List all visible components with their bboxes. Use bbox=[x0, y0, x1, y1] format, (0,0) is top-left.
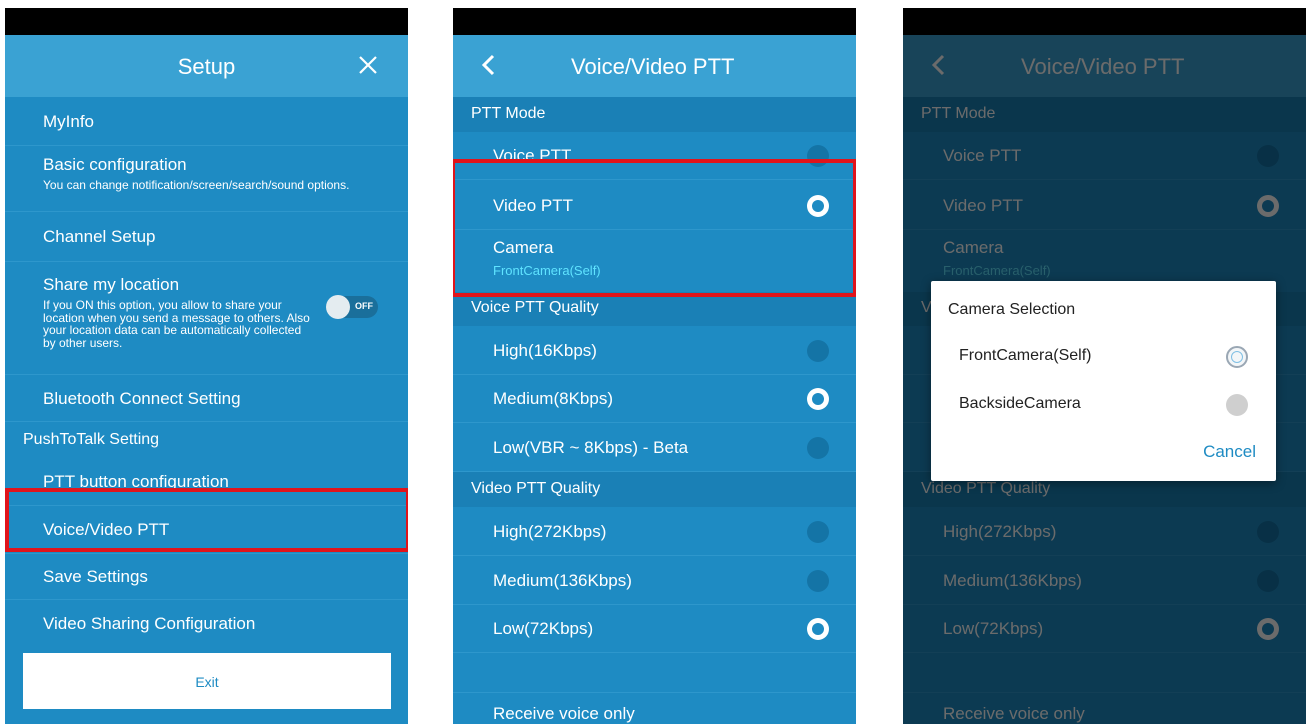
section-label: Voice PTT Quality bbox=[471, 299, 599, 316]
section-label: PushToTalk Setting bbox=[23, 431, 160, 448]
option-voice-medium[interactable]: Medium(8Kbps) bbox=[453, 375, 856, 423]
menu-item-label: PTT button configuration bbox=[43, 472, 229, 491]
menu-item-label: Basic configuration bbox=[43, 155, 187, 174]
menu-item-label: Video Sharing Configuration bbox=[43, 614, 256, 633]
menu-item-basic-configuration[interactable]: Basic configuration You can change notif… bbox=[5, 146, 408, 212]
camera-selection-dialog: Camera Selection FrontCamera(Self) Backs… bbox=[931, 281, 1276, 481]
section-header-pushtotalk: PushToTalk Setting bbox=[5, 422, 408, 458]
spacer-row bbox=[453, 653, 856, 693]
option-receive-voice-only[interactable]: Receive voice only bbox=[453, 693, 856, 724]
radio-button[interactable] bbox=[807, 570, 829, 592]
dialog-option-front-camera[interactable]: FrontCamera(Self) bbox=[931, 333, 1276, 381]
exit-button[interactable]: Exit bbox=[23, 653, 391, 709]
radio-button[interactable] bbox=[1226, 394, 1248, 416]
option-video-ptt[interactable]: Video PTT bbox=[453, 180, 856, 230]
option-label: Medium(136Kbps) bbox=[493, 571, 632, 590]
menu-item-bluetooth[interactable]: Bluetooth Connect Setting bbox=[5, 375, 408, 422]
radio-button[interactable] bbox=[807, 195, 829, 217]
dialog-option-backside-camera[interactable]: BacksideCamera bbox=[931, 381, 1276, 429]
section-header-video-quality: Video PTT Quality bbox=[453, 472, 856, 507]
radio-button[interactable] bbox=[807, 618, 829, 640]
ptt-header: Voice/Video PTT bbox=[453, 35, 856, 97]
section-header-ptt-mode: PTT Mode bbox=[453, 97, 856, 132]
close-icon[interactable] bbox=[354, 51, 382, 79]
share-location-toggle[interactable]: OFF bbox=[326, 295, 378, 319]
option-video-medium[interactable]: Medium(136Kbps) bbox=[453, 556, 856, 605]
cancel-button[interactable]: Cancel bbox=[1203, 442, 1256, 462]
option-label: Low(VBR ~ 8Kbps) - Beta bbox=[493, 438, 689, 457]
status-bar bbox=[453, 8, 856, 35]
menu-item-description: If you ON this option, you allow to shar… bbox=[43, 298, 310, 350]
status-bar bbox=[5, 8, 408, 35]
radio-button[interactable] bbox=[807, 437, 829, 459]
section-label: PTT Mode bbox=[471, 105, 546, 122]
menu-item-save-settings[interactable]: Save Settings bbox=[5, 554, 408, 600]
option-label: Video PTT bbox=[493, 196, 574, 215]
page-title: Voice/Video PTT bbox=[571, 54, 735, 79]
camera-value: FrontCamera(Self) bbox=[493, 263, 601, 278]
dialog-option-label: FrontCamera(Self) bbox=[959, 347, 1092, 364]
menu-item-share-location[interactable]: Share my location If you ON this option,… bbox=[5, 262, 408, 375]
menu-item-myinfo[interactable]: MyInfo bbox=[5, 97, 408, 146]
ptt-screen: Voice/Video PTT PTT Mode Voice PTT Video… bbox=[453, 8, 856, 724]
menu-item-label: Share my location bbox=[43, 275, 180, 294]
option-video-high[interactable]: High(272Kbps) bbox=[453, 507, 856, 556]
camera-dialog-screen: Voice/Video PTT PTT Mode Voice PTT Video… bbox=[903, 8, 1306, 724]
toggle-state-label: OFF bbox=[355, 301, 373, 311]
option-label: High(16Kbps) bbox=[493, 341, 597, 360]
setup-header: Setup bbox=[5, 35, 408, 97]
option-label: Voice PTT bbox=[493, 146, 572, 165]
menu-item-label: Save Settings bbox=[43, 567, 148, 586]
option-label: High(272Kbps) bbox=[493, 522, 607, 541]
option-video-low[interactable]: Low(72Kbps) bbox=[453, 605, 856, 653]
option-label: Receive voice only bbox=[493, 704, 635, 723]
menu-item-label: Voice/Video PTT bbox=[43, 520, 170, 539]
menu-item-label: Channel Setup bbox=[43, 227, 156, 246]
radio-button[interactable] bbox=[807, 340, 829, 362]
menu-item-video-sharing[interactable]: Video Sharing Configuration bbox=[5, 600, 408, 647]
toggle-knob bbox=[326, 295, 350, 319]
back-arrow-icon[interactable] bbox=[475, 51, 503, 79]
radio-button[interactable] bbox=[807, 388, 829, 410]
menu-item-label: MyInfo bbox=[43, 112, 95, 131]
option-camera[interactable]: Camera FrontCamera(Self) bbox=[453, 230, 856, 292]
menu-item-description: You can change notification/screen/searc… bbox=[43, 178, 350, 192]
dialog-option-label: BacksideCamera bbox=[959, 395, 1081, 412]
dialog-title: Camera Selection bbox=[948, 301, 1076, 318]
option-voice-low[interactable]: Low(VBR ~ 8Kbps) - Beta bbox=[453, 423, 856, 472]
radio-button[interactable] bbox=[807, 521, 829, 543]
page-title: Setup bbox=[177, 54, 236, 79]
menu-item-ptt-button-configuration[interactable]: PTT button configuration bbox=[5, 458, 408, 506]
radio-button[interactable] bbox=[1226, 346, 1248, 368]
option-label: Camera bbox=[493, 238, 554, 257]
menu-item-voice-video-ptt[interactable]: Voice/Video PTT bbox=[5, 506, 408, 554]
section-header-voice-quality: Voice PTT Quality bbox=[453, 292, 856, 326]
option-label: Low(72Kbps) bbox=[493, 619, 594, 638]
section-label: Video PTT Quality bbox=[471, 480, 601, 497]
menu-item-channel-setup[interactable]: Channel Setup bbox=[5, 212, 408, 262]
menu-item-label: Bluetooth Connect Setting bbox=[43, 389, 241, 408]
option-voice-high[interactable]: High(16Kbps) bbox=[453, 326, 856, 375]
radio-button[interactable] bbox=[807, 145, 829, 167]
setup-screen: Setup MyInfo Basic configuration You can… bbox=[5, 8, 408, 724]
option-label: Medium(8Kbps) bbox=[493, 389, 613, 408]
option-voice-ptt[interactable]: Voice PTT bbox=[453, 132, 856, 180]
